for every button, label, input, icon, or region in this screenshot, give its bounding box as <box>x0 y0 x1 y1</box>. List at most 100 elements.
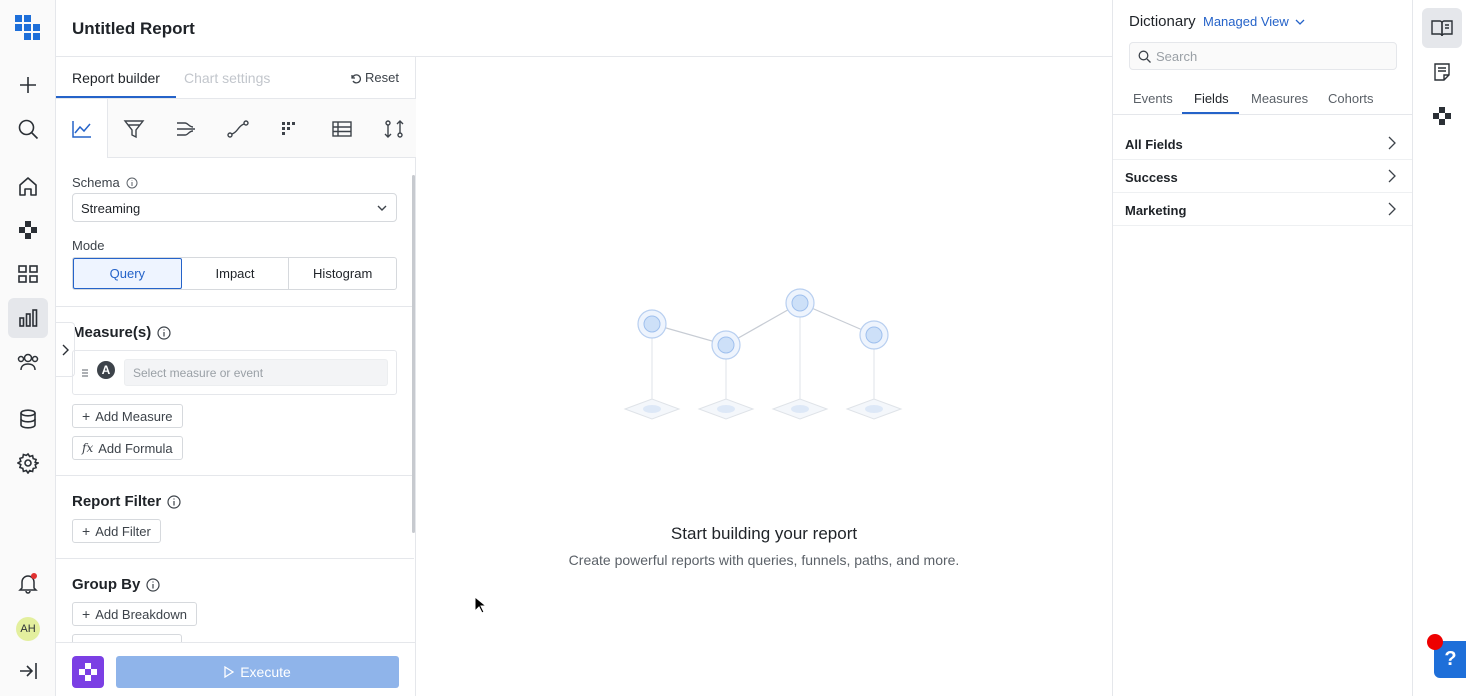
notification-dot <box>1427 634 1443 650</box>
dictionary-panel: Dictionary Managed View Search Events Fi… <box>1112 0 1413 696</box>
scrollbar[interactable] <box>412 175 415 533</box>
view-selector[interactable]: Managed View <box>1203 14 1305 29</box>
schema-select[interactable]: Streaming <box>72 193 397 222</box>
mode-segmented-control: Query Impact Histogram <box>72 257 397 290</box>
funnel-type-button[interactable] <box>108 99 160 158</box>
add-formula-button[interactable]: fx Add Formula <box>72 436 183 460</box>
flow-icon <box>177 121 195 136</box>
builder-footer: Execute <box>56 642 415 696</box>
measure-row: A Select measure or event <box>72 350 397 395</box>
plus-icon: + <box>82 606 91 622</box>
plus-icon: + <box>82 523 91 539</box>
info-icon <box>167 494 181 509</box>
mode-label: Mode <box>72 238 105 253</box>
notes-icon[interactable] <box>1422 52 1462 92</box>
add-filter-label: Add Filter <box>95 523 151 539</box>
schema-value: Streaming <box>81 201 141 216</box>
tab-report-builder[interactable]: Report builder <box>72 70 160 86</box>
dashboards-icon[interactable] <box>8 254 48 294</box>
add-measure-label: Add Measure <box>95 408 173 424</box>
add-filter-button[interactable]: + Add Filter <box>72 519 161 543</box>
field-group-row[interactable]: Success <box>1113 160 1413 193</box>
tab-cohorts[interactable]: Cohorts <box>1328 91 1374 106</box>
tab-fields[interactable]: Fields <box>1194 91 1229 106</box>
empty-state-illustration <box>623 288 903 420</box>
formula-icon: fx <box>82 441 94 455</box>
tab-measures[interactable]: Measures <box>1251 91 1308 106</box>
group-by-heading-text: Group By <box>72 576 141 593</box>
info-icon <box>157 325 171 340</box>
bell-icon[interactable] <box>8 563 48 603</box>
divider <box>56 475 414 476</box>
divider <box>56 306 414 307</box>
mode-histogram[interactable]: Histogram <box>289 258 396 289</box>
avatar[interactable]: AH <box>16 617 40 641</box>
hidden-button-edge[interactable] <box>72 634 182 642</box>
reset-button[interactable]: Reset <box>349 70 399 85</box>
measures-heading: Measure(s) <box>72 324 171 341</box>
flow-type-button[interactable] <box>160 99 212 158</box>
users-icon[interactable] <box>8 342 48 382</box>
empty-state-title: Start building your report <box>670 524 858 543</box>
field-group-label: Marketing <box>1125 203 1187 218</box>
squares-icon[interactable] <box>8 210 48 250</box>
chevron-down-icon <box>1295 19 1305 25</box>
avatar-initials: AH <box>20 623 36 635</box>
path-icon <box>227 119 249 138</box>
collapse-sidebar-icon[interactable] <box>8 651 48 691</box>
measure-select-input[interactable]: Select measure or event <box>124 359 388 386</box>
add-breakdown-button[interactable]: + Add Breakdown <box>72 602 197 626</box>
squares-icon[interactable] <box>1422 96 1462 136</box>
tab-events[interactable]: Events <box>1133 91 1173 106</box>
empty-state-subtitle: Create powerful reports with queries, fu… <box>568 552 960 568</box>
dictionary-book-icon[interactable] <box>1422 8 1462 48</box>
execute-label: Execute <box>240 664 291 680</box>
group-by-heading: Group By <box>72 576 160 593</box>
assistant-logo-button[interactable] <box>72 656 104 688</box>
add-formula-label: Add Formula <box>98 440 173 456</box>
dictionary-search-input[interactable]: Search <box>1129 42 1397 70</box>
funnel-icon <box>123 119 145 138</box>
info-icon <box>146 577 160 592</box>
reports-icon[interactable] <box>8 298 48 338</box>
grid-dots-icon <box>282 121 295 135</box>
gear-icon[interactable] <box>8 443 48 483</box>
report-canvas: Start building your report Create powerf… <box>417 57 1111 696</box>
squares-icon <box>79 663 97 681</box>
divider <box>1113 114 1413 115</box>
mouse-cursor-icon <box>474 596 486 614</box>
home-icon[interactable] <box>8 166 48 206</box>
mode-query[interactable]: Query <box>73 258 182 289</box>
chevron-down-icon <box>377 205 387 211</box>
plus-icon[interactable] <box>8 65 48 105</box>
tab-chart-settings[interactable]: Chart settings <box>184 70 270 86</box>
field-group-row[interactable]: All Fields <box>1113 127 1413 160</box>
mode-impact[interactable]: Impact <box>182 258 290 289</box>
divider <box>56 558 414 559</box>
compare-icon <box>384 119 404 138</box>
info-icon <box>126 177 138 188</box>
right-rail: ? <box>1412 0 1466 696</box>
reset-label: Reset <box>365 70 399 85</box>
chevron-right-icon <box>1388 169 1396 183</box>
table-type-button[interactable] <box>316 99 368 158</box>
visualization-type-bar <box>56 98 416 158</box>
field-group-label: All Fields <box>1125 137 1183 152</box>
line-chart-type-button[interactable] <box>56 99 108 158</box>
compare-type-button[interactable] <box>368 99 420 158</box>
add-measure-button[interactable]: + Add Measure <box>72 404 183 428</box>
measure-letter-badge: A <box>97 361 115 379</box>
search-icon <box>1138 50 1151 63</box>
field-group-row[interactable]: Marketing <box>1113 193 1413 226</box>
left-nav: AH <box>0 0 56 696</box>
drag-handle-icon[interactable] <box>81 368 89 378</box>
heatmap-type-button[interactable] <box>264 99 316 158</box>
database-icon[interactable] <box>8 399 48 439</box>
search-icon[interactable] <box>8 109 48 149</box>
report-title[interactable]: Untitled Report <box>72 19 195 39</box>
add-breakdown-label: Add Breakdown <box>95 606 187 622</box>
app-logo-icon[interactable] <box>8 8 48 48</box>
play-icon <box>224 666 235 678</box>
path-type-button[interactable] <box>212 99 264 158</box>
execute-button[interactable]: Execute <box>116 656 399 688</box>
